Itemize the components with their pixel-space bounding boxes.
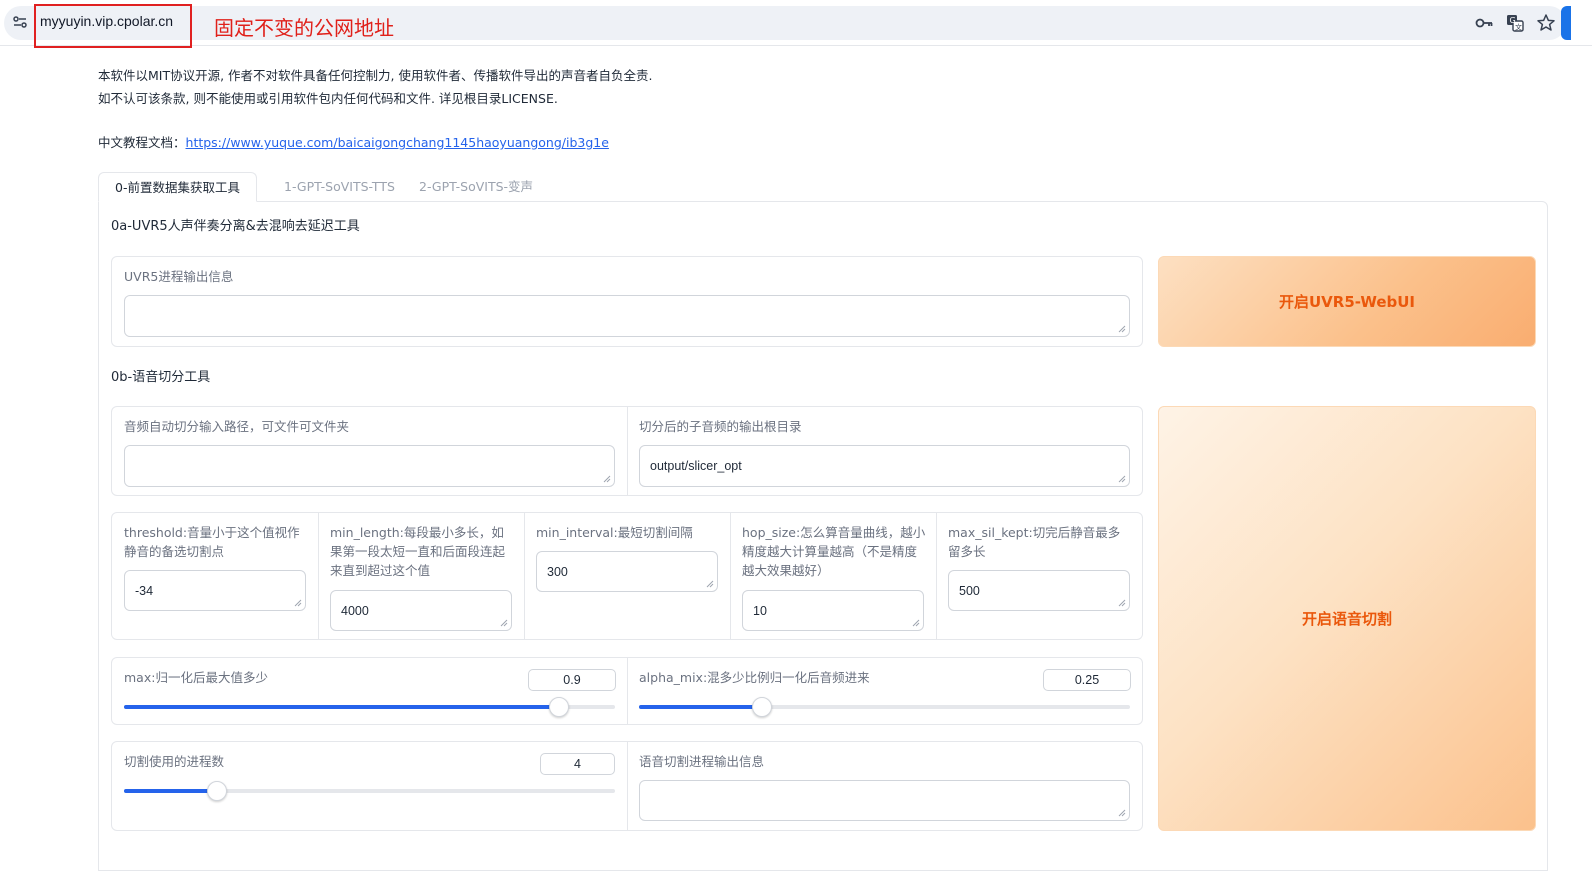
procs-slider[interactable] xyxy=(124,781,615,801)
extension-edge xyxy=(1561,6,1571,40)
star-icon[interactable] xyxy=(1536,13,1556,33)
docs-label: 中文教程文档： xyxy=(98,135,186,150)
max-slider-thumb[interactable] xyxy=(549,697,569,717)
start-uvr5-button[interactable]: 开启UVR5-WebUI xyxy=(1158,256,1536,347)
alpha-mix-number-input[interactable]: 0.25 xyxy=(1043,669,1131,691)
min-interval-field[interactable]: 300 xyxy=(536,551,718,592)
alpha-mix-slider-thumb[interactable] xyxy=(752,697,772,717)
slicer-input-label: 音频自动切分输入路径，可文件可文件夹 xyxy=(124,419,350,434)
tab-gpt-sovits-tts[interactable]: 1-GPT-SoVITS-TTS xyxy=(268,172,411,202)
tab-gpt-sovits-voice-change[interactable]: 2-GPT-SoVITS-变声 xyxy=(403,172,549,202)
resize-grip-icon[interactable] xyxy=(294,599,302,607)
key-icon[interactable] xyxy=(1474,13,1494,33)
max-label: max:归一化后最大值多少 xyxy=(124,670,268,685)
docs-row: 中文教程文档：https://www.yuque.com/baicaigongc… xyxy=(98,132,609,151)
procs-label: 切割使用的进程数 xyxy=(124,754,225,769)
threshold-label: threshold:音量小于这个值视作静音的备选切割点 xyxy=(124,525,300,559)
slicer-input-path-field[interactable] xyxy=(124,445,615,487)
max-slider-fill xyxy=(124,705,559,709)
alpha-mix-label: alpha_mix:混多少比例归一化后音频进来 xyxy=(639,670,870,685)
uvr-output-field[interactable] xyxy=(124,295,1130,337)
hop-size-field[interactable]: 10 xyxy=(742,590,924,631)
min-interval-label: min_interval:最短切割间隔 xyxy=(536,525,693,540)
divider xyxy=(936,513,937,639)
uvr-section-title: 0a-UVR5人声伴奏分离&去混响去延迟工具 xyxy=(111,219,360,234)
resize-grip-icon[interactable] xyxy=(1118,599,1126,607)
max-sil-kept-label: max_sil_kept:切完后静音最多留多长 xyxy=(948,525,1121,559)
translate-icon[interactable]: G 文 xyxy=(1505,13,1525,33)
slicer-params-block: threshold:音量小于这个值视作静音的备选切割点 -34 min_leng… xyxy=(111,512,1143,640)
tab-dataset-tools[interactable]: 0-前置数据集获取工具 xyxy=(98,172,257,202)
procs-number-input[interactable]: 4 xyxy=(540,753,615,775)
uvr-output-block: UVR5进程输出信息 xyxy=(111,256,1143,347)
slicer-run-block: 切割使用的进程数 4 语音切割进程输出信息 xyxy=(111,741,1143,831)
docs-link[interactable]: https://www.yuque.com/baicaigongchang114… xyxy=(186,135,609,150)
resize-grip-icon[interactable] xyxy=(1118,325,1126,333)
site-info-icon[interactable] xyxy=(12,14,28,30)
license-notice-line2: 如不认可该条款, 则不能使用或引用软件包内任何代码和文件. 详见根目录LICEN… xyxy=(98,91,558,106)
max-sil-kept-field[interactable]: 500 xyxy=(948,570,1130,611)
slicer-output-path-field[interactable]: output/slicer_opt xyxy=(639,445,1130,487)
min-length-field[interactable]: 4000 xyxy=(330,590,512,631)
alpha-mix-slider[interactable] xyxy=(639,697,1130,717)
url-highlight-box xyxy=(34,4,192,48)
divider xyxy=(318,513,319,639)
alpha-mix-slider-fill xyxy=(639,705,762,709)
resize-grip-icon[interactable] xyxy=(1118,475,1126,483)
license-notice-line1: 本软件以MIT协议开源, 作者不对软件具备任何控制力, 使用软件者、传播软件导出… xyxy=(98,68,653,83)
svg-text:文: 文 xyxy=(1515,23,1522,32)
max-slider[interactable] xyxy=(124,697,615,717)
resize-grip-icon[interactable] xyxy=(912,619,920,627)
slicer-log-label: 语音切割进程输出信息 xyxy=(639,754,765,769)
start-slicing-button[interactable]: 开启语音切割 xyxy=(1158,406,1536,831)
slicer-sliders-block: max:归一化后最大值多少 0.9 alpha_mix:混多少比例归一化后音频进… xyxy=(111,657,1143,725)
min-length-label: min_length:每段最小多长，如果第一段太短一直和后面段连起来直到超过这个… xyxy=(330,525,506,578)
divider xyxy=(627,407,628,495)
slicer-paths-block: 音频自动切分输入路径，可文件可文件夹 切分后的子音频的输出根目录 output/… xyxy=(111,406,1143,496)
uvr-output-label: UVR5进程输出信息 xyxy=(124,269,234,284)
browser-address-bar: myyuyin.vip.cpolar.cn 固定不变的公网地址 G 文 xyxy=(0,0,1592,48)
slicer-output-label: 切分后的子音频的输出根目录 xyxy=(639,419,802,434)
resize-grip-icon[interactable] xyxy=(706,580,714,588)
divider xyxy=(524,513,525,639)
max-number-input[interactable]: 0.9 xyxy=(528,669,616,691)
hop-size-label: hop_size:怎么算音量曲线，越小精度越大计算量越高（不是精度越大效果越好） xyxy=(742,525,926,578)
procs-slider-fill xyxy=(124,789,217,793)
threshold-field[interactable]: -34 xyxy=(124,570,306,611)
divider xyxy=(627,658,628,724)
divider xyxy=(730,513,731,639)
resize-grip-icon[interactable] xyxy=(500,619,508,627)
divider xyxy=(627,742,628,830)
resize-grip-icon[interactable] xyxy=(1118,809,1126,817)
url-annotation: 固定不变的公网地址 xyxy=(214,16,394,40)
resize-grip-icon[interactable] xyxy=(603,475,611,483)
procs-slider-thumb[interactable] xyxy=(207,781,227,801)
slicer-log-field[interactable] xyxy=(639,780,1130,821)
slicer-section-title: 0b-语音切分工具 xyxy=(111,370,211,385)
